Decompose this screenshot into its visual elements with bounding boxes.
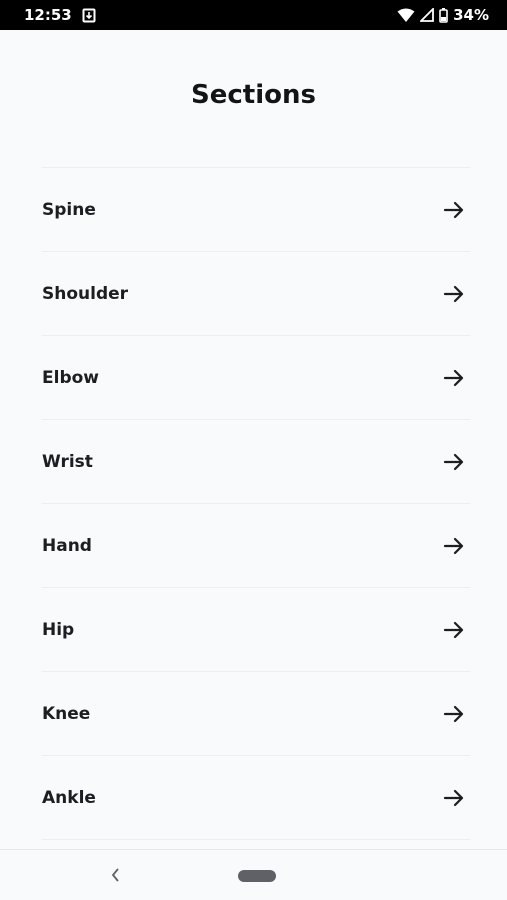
download-notification-icon [82,8,96,23]
status-bar: 12:53 34% [0,0,507,30]
section-item-hip[interactable]: Hip [42,588,470,672]
section-item-label: Elbow [42,367,99,388]
section-item-elbow[interactable]: Elbow [42,336,470,420]
section-item-label: Knee [42,703,91,724]
section-item-knee[interactable]: Knee [42,672,470,756]
section-item-label: Hip [42,619,75,640]
battery-percentage: 34% [453,6,489,24]
home-pill-icon[interactable] [238,870,276,882]
arrow-right-icon [442,702,466,726]
section-item-ankle[interactable]: Ankle [42,756,470,840]
section-item-label: Shoulder [42,283,129,304]
arrow-right-icon [442,366,466,390]
arrow-right-icon [442,198,466,222]
section-item-label: Ankle [42,787,96,808]
section-item-shoulder[interactable]: Shoulder [42,252,470,336]
section-item-label: Hand [42,535,92,556]
arrow-right-icon [442,618,466,642]
section-item-label: Wrist [42,451,93,472]
sections-list: Spine Shoulder Elbow Wrist Hand Hip Knee Ankle [42,167,470,840]
arrow-right-icon [442,450,466,474]
battery-icon [439,7,448,23]
section-item-label: Spine [42,199,96,220]
page-title: Sections [191,80,316,110]
navigation-bar [0,849,507,900]
arrow-right-icon [442,534,466,558]
back-icon[interactable] [106,864,124,886]
arrow-right-icon [442,786,466,810]
section-item-hand[interactable]: Hand [42,504,470,588]
section-item-wrist[interactable]: Wrist [42,420,470,504]
wifi-icon [397,8,415,23]
arrow-right-icon [442,282,466,306]
signal-icon [420,8,434,22]
status-time: 12:53 [24,6,72,24]
section-item-spine[interactable]: Spine [42,168,470,252]
